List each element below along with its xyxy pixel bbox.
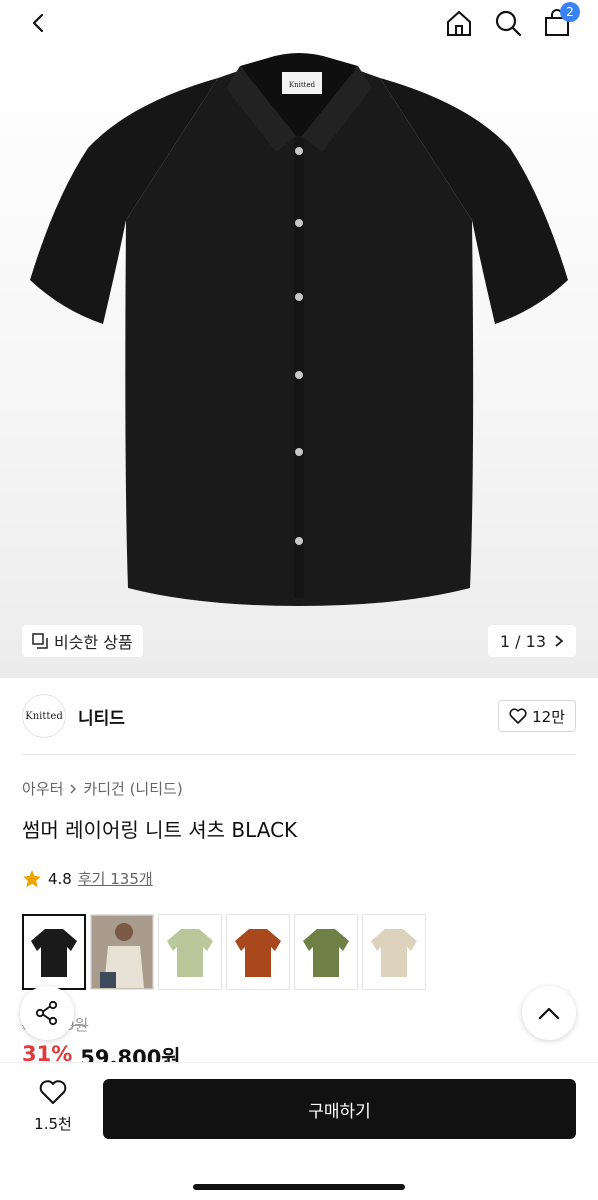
scroll-top-button[interactable] <box>522 986 576 1040</box>
divider <box>22 754 576 755</box>
brand-logo[interactable]: Knitted <box>22 694 66 738</box>
rating-value: 4.8 <box>48 869 72 888</box>
copy-icon <box>32 633 48 649</box>
share-button[interactable] <box>20 986 74 1040</box>
shirt-tag-label: Knitted <box>289 81 316 89</box>
chevron-right-icon <box>70 784 77 793</box>
color-option-model[interactable] <box>90 914 154 990</box>
color-option-black[interactable] <box>22 914 86 990</box>
brand-name[interactable]: 니티드 <box>78 704 125 729</box>
cart-count-badge: 2 <box>560 2 580 22</box>
image-counter-button[interactable]: 1 / 13 <box>487 625 576 657</box>
top-bar: 2 <box>0 0 598 48</box>
color-option-beige[interactable] <box>362 914 426 990</box>
breadcrumb-outer[interactable]: 아우터 <box>22 778 63 799</box>
home-button[interactable] <box>442 6 476 40</box>
home-indicator <box>193 1184 405 1190</box>
search-icon <box>495 10 522 37</box>
heart-icon <box>509 708 527 724</box>
shirt-thumbnail <box>167 929 213 977</box>
back-button[interactable] <box>22 6 56 40</box>
product-title: 썸머 레이어링 니트 셔츠 BLACK <box>22 818 298 842</box>
star-icon <box>23 869 41 887</box>
brand-logo-text: Knitted <box>25 710 63 722</box>
brand-like-count: 12만 <box>532 707 565 726</box>
bottom-bar: 1.5천 구매하기 <box>0 1062 598 1200</box>
similar-products-button[interactable]: 비슷한 상품 <box>22 625 143 657</box>
color-options <box>22 914 426 990</box>
color-option-light-green[interactable] <box>158 914 222 990</box>
product-image[interactable]: Knitted 비슷한 상품 1 / 13 <box>0 48 598 678</box>
cart-button[interactable]: 2 <box>540 2 580 40</box>
breadcrumb: 아우터 카디건 (니티드) <box>22 778 183 799</box>
rating: 4.8 후기 135개 <box>22 868 153 889</box>
heart-icon <box>39 1080 67 1104</box>
shirt-thumbnail <box>303 929 349 977</box>
chevron-up-icon <box>538 1007 560 1020</box>
chevron-left-icon <box>32 13 44 33</box>
shirt-illustration: Knitted <box>30 53 568 606</box>
shirt-thumbnail <box>235 929 281 977</box>
image-counter: 1 / 13 <box>499 631 546 651</box>
wishlist-button[interactable]: 1.5천 <box>22 1079 84 1134</box>
reviews-link[interactable]: 후기 135개 <box>78 868 153 889</box>
similar-products-label: 비슷한 상품 <box>54 633 133 652</box>
breadcrumb-cardigan[interactable]: 카디건 (니티드) <box>83 778 182 799</box>
wishlist-count: 1.5천 <box>34 1115 72 1133</box>
shirt-thumbnail <box>371 929 417 977</box>
color-option-brown[interactable] <box>226 914 290 990</box>
share-icon <box>35 1000 58 1026</box>
brand-like-button[interactable]: 12만 <box>498 700 576 732</box>
search-button[interactable] <box>491 6 525 40</box>
buy-button[interactable]: 구매하기 <box>103 1079 576 1139</box>
color-option-olive[interactable] <box>294 914 358 990</box>
model-thumbnail <box>92 916 152 988</box>
chevron-right-icon <box>555 635 564 647</box>
shirt-thumbnail <box>31 929 77 977</box>
home-icon <box>447 10 471 36</box>
brand-row: Knitted 니티드 12만 <box>22 692 576 740</box>
